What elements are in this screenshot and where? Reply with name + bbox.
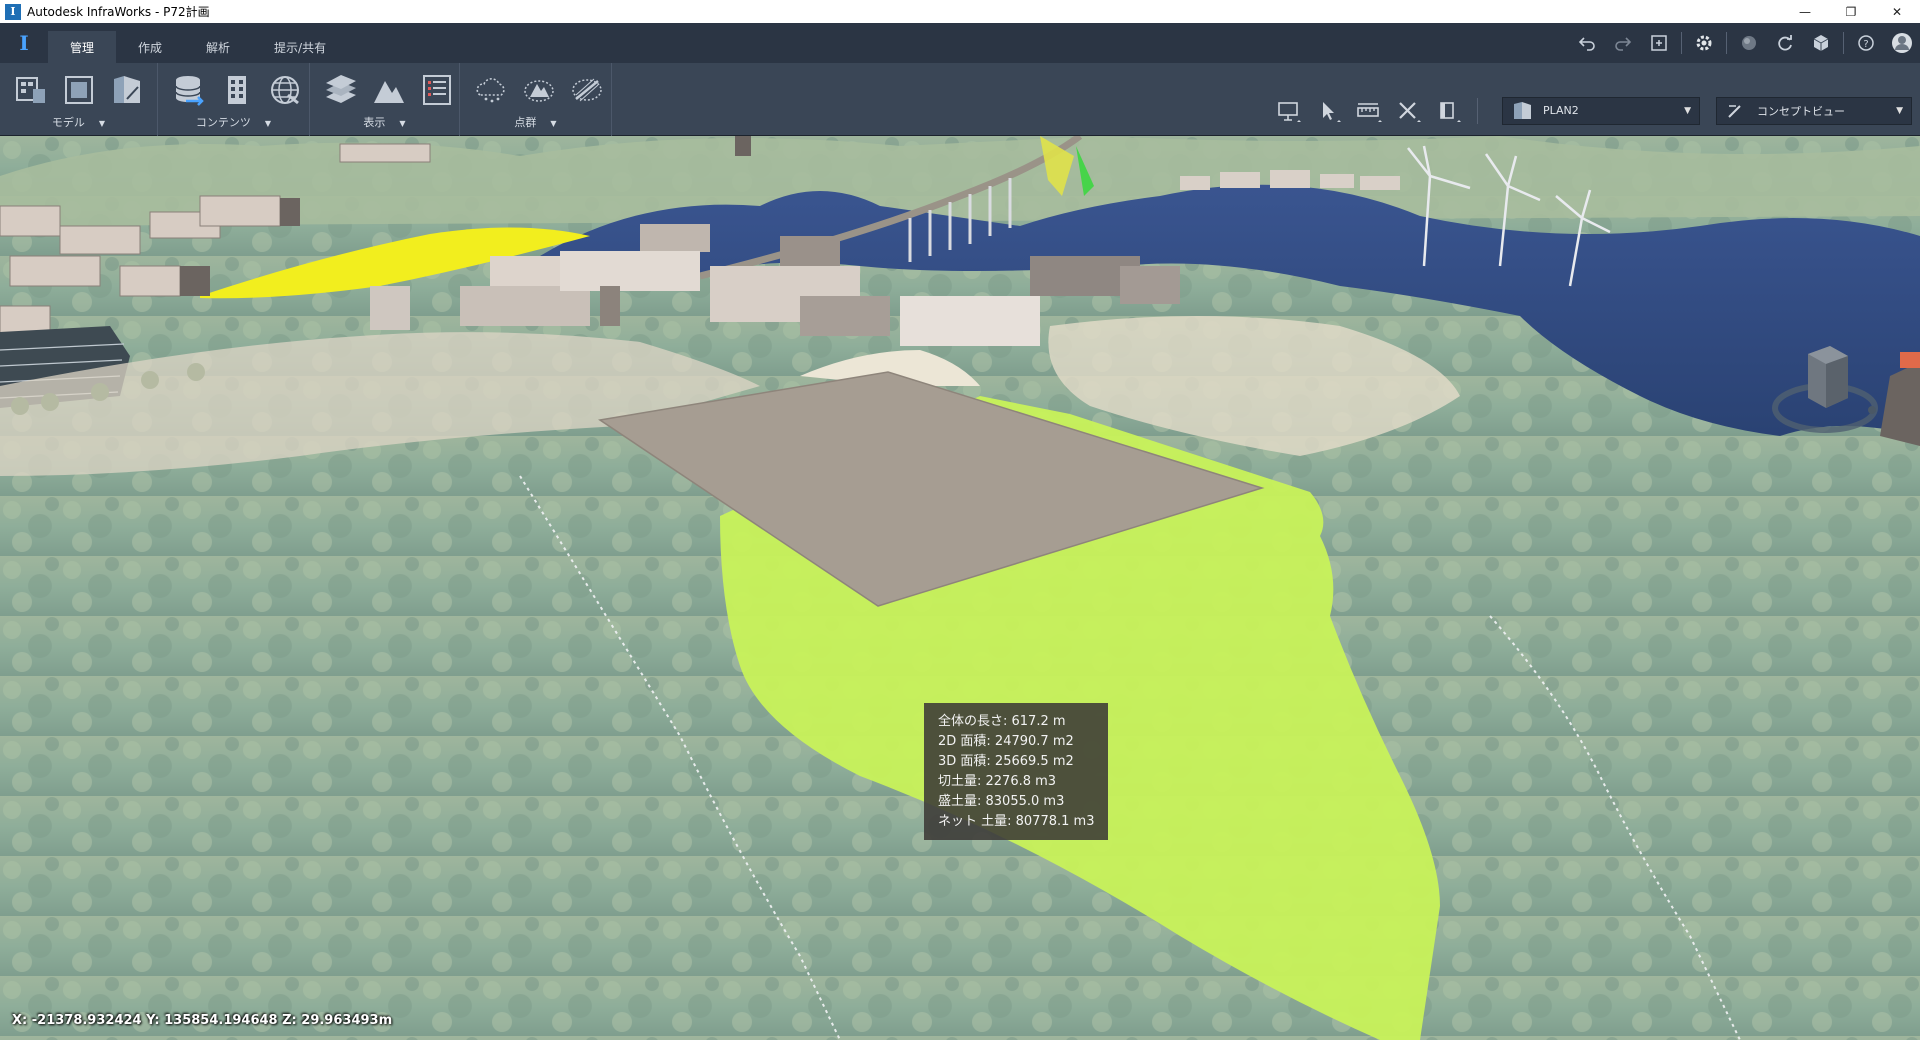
- tab-manage[interactable]: 管理: [48, 31, 117, 63]
- point-cloud-linear-icon[interactable]: [568, 71, 606, 109]
- toolbar-divider: [1726, 32, 1727, 54]
- cursor-coordinates: X: -21378.932424 Y: 135854.194648 Z: 29.…: [12, 1013, 393, 1028]
- tab-create[interactable]: 作成: [116, 31, 184, 63]
- tools-cross-icon[interactable]: [1389, 95, 1429, 127]
- measure-ruler-icon[interactable]: [1349, 95, 1389, 127]
- concept-view-icon: [1725, 102, 1747, 120]
- view-tools: PLAN2 ▼ コンセプトビュー ▼: [1269, 63, 1920, 136]
- panel-label-content: コンテンツ: [195, 116, 251, 129]
- window-title-bar: I Autodesk InfraWorks - P72計画 — ❐ ✕: [0, 0, 1920, 23]
- application-menu-bar: I 管理 作成 解析 提示/共有 ?: [0, 23, 1920, 63]
- edge-building-roof: [1900, 352, 1920, 368]
- sphere-icon[interactable]: [1731, 27, 1767, 59]
- restore-button[interactable]: ❐: [1828, 0, 1874, 23]
- ribbon-panel-display: 表示 ▼: [310, 63, 460, 136]
- viewcube[interactable]: [1770, 336, 1880, 446]
- cut-volume-value: 切土量: 2276.8 m3: [938, 774, 1057, 789]
- terrain-scene: [0, 136, 1920, 1040]
- proposal-dropdown[interactable]: PLAN2 ▼: [1502, 96, 1700, 125]
- chevron-down-icon: ▼: [1896, 105, 1903, 116]
- visual-style-dropdown[interactable]: コンセプトビュー ▼: [1716, 96, 1912, 125]
- toolbar-divider: [1477, 97, 1478, 124]
- panel-label-model: モデル: [51, 116, 85, 129]
- building-content-icon[interactable]: [218, 71, 256, 109]
- layers-icon[interactable]: [322, 71, 360, 109]
- ribbon-panel-content: コンテンツ ▼: [158, 63, 310, 136]
- undo-icon[interactable]: [1569, 27, 1605, 59]
- visual-style-dropdown-value: コンセプトビュー: [1757, 104, 1845, 118]
- ribbon-panel-point-cloud: 点群 ▼: [460, 63, 612, 136]
- toolbar-divider: [1843, 32, 1844, 54]
- model-explorer-icon[interactable]: [12, 71, 50, 109]
- proposal-icon: [1511, 101, 1533, 120]
- model-builder-globe-icon[interactable]: [266, 71, 304, 109]
- toolbar-divider: [1681, 32, 1682, 54]
- ribbon-panel-model: モデル ▼: [0, 63, 158, 136]
- area-3d-value: 3D 面積: 25669.5 m2: [938, 754, 1074, 769]
- proposal-dropdown-value: PLAN2: [1543, 104, 1579, 117]
- panel-label-point-cloud: 点群: [514, 116, 537, 129]
- measurement-tooltip: 全体の長さ: 617.2 m 2D 面積: 24790.7 m2 3D 面積: …: [924, 703, 1109, 840]
- ribbon: モデル ▼ コンテンツ ▼ 表示 ▼ 点群 ▼ PLAN2 ▼ コンセプトビュー…: [0, 63, 1920, 136]
- help-icon[interactable]: ?: [1848, 27, 1884, 59]
- model-properties-icon[interactable]: [60, 71, 98, 109]
- chevron-down-icon[interactable]: ▼: [265, 119, 271, 128]
- fullscreen-icon[interactable]: [1641, 27, 1677, 59]
- chevron-down-icon[interactable]: ▼: [550, 119, 556, 128]
- chevron-down-icon[interactable]: ▼: [99, 119, 105, 128]
- infraworks-logo-button[interactable]: I: [0, 23, 48, 63]
- window-title: Autodesk InfraWorks - P72計画: [27, 5, 210, 19]
- presentation-screen-icon[interactable]: [1269, 95, 1309, 127]
- infraworks-app-icon: I: [5, 3, 21, 20]
- settings-gear-icon[interactable]: [1686, 27, 1722, 59]
- net-volume-value: ネット 土量: 80778.1 m3: [938, 814, 1095, 829]
- sync-icon[interactable]: [1767, 27, 1803, 59]
- point-cloud-icon[interactable]: [472, 71, 510, 109]
- point-cloud-terrain-icon[interactable]: [520, 71, 558, 109]
- redo-icon[interactable]: [1605, 27, 1641, 59]
- surface-layers-icon[interactable]: [370, 71, 408, 109]
- bookmark-panel-icon[interactable]: [1429, 95, 1469, 127]
- svg-text:?: ?: [1863, 39, 1868, 50]
- close-button[interactable]: ✕: [1874, 0, 1920, 23]
- data-sources-icon[interactable]: [170, 71, 208, 109]
- style-list-icon[interactable]: [418, 71, 456, 109]
- 3d-viewport[interactable]: 全体の長さ: 617.2 m 2D 面積: 24790.7 m2 3D 面積: …: [0, 136, 1920, 1040]
- total-length-value: 全体の長さ: 617.2 m: [938, 714, 1066, 729]
- select-cursor-icon[interactable]: [1309, 95, 1349, 127]
- fill-volume-value: 盛土量: 83055.0 m3: [938, 794, 1065, 809]
- chevron-down-icon: ▼: [1684, 105, 1691, 116]
- panel-label-display: 表示: [363, 116, 386, 129]
- model-settings-icon[interactable]: [108, 71, 146, 109]
- tab-present-share[interactable]: 提示/共有: [252, 31, 348, 63]
- top-right-toolbar: ?: [1569, 27, 1920, 59]
- a360-cube-icon[interactable]: [1803, 27, 1839, 59]
- chevron-down-icon[interactable]: ▼: [399, 119, 405, 128]
- tab-analyze[interactable]: 解析: [184, 31, 252, 63]
- user-avatar-icon[interactable]: [1884, 27, 1920, 59]
- minimize-button[interactable]: —: [1782, 0, 1828, 23]
- area-2d-value: 2D 面積: 24790.7 m2: [938, 734, 1074, 749]
